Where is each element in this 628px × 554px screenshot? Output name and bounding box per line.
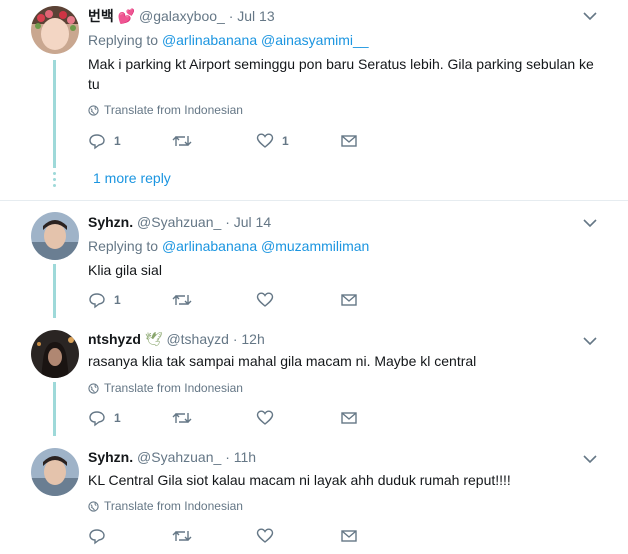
globe-icon: [88, 500, 99, 512]
reply-count: 1: [114, 134, 121, 148]
tweet-1[interactable]: 번백 💕 @galaxyboo_ · Jul 13 Replying to @a…: [0, 0, 628, 200]
tweet-actions: 1: [88, 408, 424, 428]
retweet-icon: [172, 295, 192, 305]
like-button[interactable]: 1: [256, 132, 340, 150]
mention-link[interactable]: @arlinabanana: [162, 238, 257, 254]
separator: ·: [225, 449, 230, 465]
tweet-header: 번백 💕 @galaxyboo_ · Jul 13: [88, 6, 275, 26]
translate-link[interactable]: Translate from Indonesian: [88, 381, 243, 395]
reply-icon: [89, 293, 105, 309]
handle[interactable]: @Syahzuan_: [137, 449, 221, 465]
more-replies-link[interactable]: 1 more reply: [93, 170, 171, 186]
retweet-icon: [172, 136, 192, 146]
reply-count: 1: [114, 411, 121, 425]
tweet-actions: 1: [88, 290, 424, 310]
dm-button[interactable]: [340, 291, 424, 309]
tweet-actions: [88, 526, 424, 546]
display-name[interactable]: Syhzn.: [88, 214, 133, 230]
dm-button[interactable]: [340, 527, 424, 545]
tweet-text: Klia gila sial: [88, 262, 162, 278]
emoji-dove: 🕊: [144, 331, 163, 347]
heart-icon: [256, 528, 274, 543]
tweet-text: Mak i parking kt Airport seminggu pon ba…: [88, 56, 594, 92]
mention-link[interactable]: @arlinabanana: [162, 32, 257, 48]
mention-link[interactable]: @muzammiliman: [261, 238, 369, 254]
separator: ·: [232, 331, 238, 347]
tweet-actions: 1 1: [88, 131, 424, 151]
thread-line: [53, 382, 56, 436]
globe-icon: [88, 382, 99, 394]
reply-button[interactable]: 1: [88, 132, 172, 150]
separator: ·: [225, 214, 230, 230]
translate-link[interactable]: Translate from Indonesian: [88, 499, 243, 513]
tweet-3[interactable]: ntshyzd 🕊 @tshayzd · 12h rasanya klia ta…: [0, 318, 628, 436]
heart-icon: [256, 410, 274, 425]
translate-link[interactable]: Translate from Indonesian: [88, 103, 243, 117]
reply-count: 1: [114, 293, 121, 307]
display-name[interactable]: Syhzn.: [88, 449, 133, 465]
envelope-icon: [341, 294, 357, 306]
retweet-button[interactable]: [172, 409, 256, 427]
chevron-down-icon[interactable]: [582, 451, 598, 467]
reply-button[interactable]: 1: [88, 291, 172, 309]
envelope-icon: [341, 530, 357, 542]
chevron-down-icon[interactable]: [582, 215, 598, 231]
mention-link[interactable]: @ainasyamimi__: [261, 32, 369, 48]
retweet-button[interactable]: [172, 527, 256, 545]
like-button[interactable]: [256, 409, 340, 427]
reply-icon: [89, 529, 105, 545]
avatar[interactable]: [31, 6, 79, 54]
replying-to: Replying to @arlinabanana @ainasyamimi__: [88, 32, 369, 48]
thread-line: [53, 60, 56, 168]
tweet-text: KL Central Gila siot kalau macam ni laya…: [88, 472, 511, 488]
timestamp[interactable]: 12h: [241, 331, 264, 347]
retweet-button[interactable]: [172, 291, 256, 309]
avatar[interactable]: [31, 330, 79, 378]
avatar[interactable]: [31, 212, 79, 260]
reply-icon: [89, 134, 105, 150]
tweet-text: rasanya klia tak sampai mahal gila macam…: [88, 353, 477, 369]
like-button[interactable]: [256, 527, 340, 545]
tweet-header: Syhzn. @Syahzuan_ · Jul 14: [88, 214, 271, 230]
chevron-down-icon[interactable]: [582, 8, 598, 24]
dm-button[interactable]: [340, 409, 424, 427]
retweet-icon: [172, 531, 192, 541]
thread-dots: [53, 172, 56, 190]
display-name[interactable]: 번백: [88, 8, 114, 24]
envelope-icon: [341, 412, 357, 424]
emoji-heart: 💕: [117, 8, 136, 24]
chevron-down-icon[interactable]: [582, 333, 598, 349]
avatar[interactable]: [31, 448, 79, 496]
separator: ·: [228, 8, 234, 24]
like-count: 1: [282, 134, 289, 148]
thread-line: [53, 264, 56, 318]
like-button[interactable]: [256, 291, 340, 309]
dm-button[interactable]: [340, 132, 424, 150]
retweet-icon: [172, 413, 192, 423]
retweet-button[interactable]: [172, 132, 256, 150]
tweet-header: ntshyzd 🕊 @tshayzd · 12h: [88, 331, 265, 348]
tweet-4[interactable]: Syhzn. @Syahzuan_ · 11h KL Central Gila …: [0, 436, 628, 554]
envelope-icon: [341, 135, 357, 147]
replying-to: Replying to @arlinabanana @muzammiliman: [88, 238, 370, 254]
timestamp[interactable]: Jul 13: [237, 8, 274, 24]
heart-icon: [256, 133, 274, 148]
heart-icon: [256, 292, 274, 307]
globe-icon: [88, 104, 99, 116]
handle[interactable]: @Syahzuan_: [137, 214, 221, 230]
reply-button[interactable]: 1: [88, 409, 172, 427]
timestamp[interactable]: 11h: [234, 449, 256, 465]
handle[interactable]: @galaxyboo_: [139, 8, 225, 24]
handle[interactable]: @tshayzd: [166, 331, 228, 347]
timestamp[interactable]: Jul 14: [234, 214, 271, 230]
reply-icon: [89, 411, 105, 427]
tweet-header: Syhzn. @Syahzuan_ · 11h: [88, 449, 256, 465]
display-name[interactable]: ntshyzd: [88, 331, 141, 347]
reply-button[interactable]: [88, 527, 172, 545]
tweet-2[interactable]: Syhzn. @Syahzuan_ · Jul 14 Replying to @…: [0, 201, 628, 318]
